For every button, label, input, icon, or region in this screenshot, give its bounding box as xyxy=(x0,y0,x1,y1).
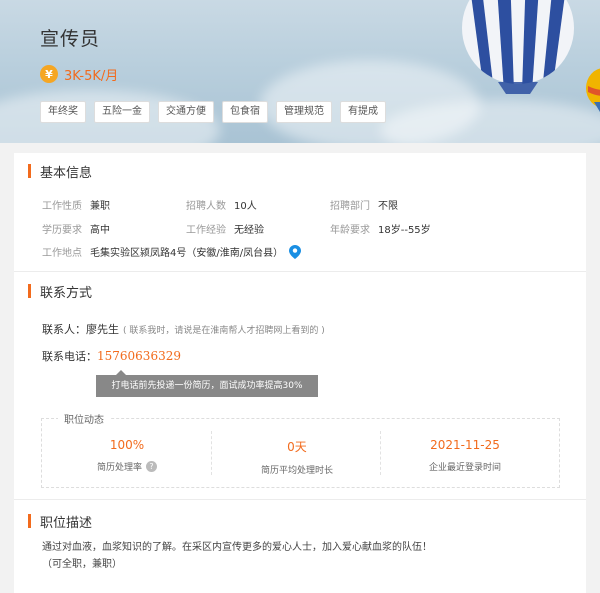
info-label: 工作性质 xyxy=(42,201,82,212)
info-label: 学历要求 xyxy=(42,225,82,236)
job-detail-card: 基本信息 工作性质 兼职 招聘人数 10人 招聘部门 不限 学历要求 高中 工作… xyxy=(14,153,586,593)
welfare-tag: 有提成 xyxy=(340,101,386,123)
stat-value: 0天 xyxy=(287,440,307,454)
info-label: 年龄要求 xyxy=(330,225,370,236)
welfare-tag: 五险一金 xyxy=(94,101,150,123)
section-divider xyxy=(14,499,586,500)
stat-resume-rate: 100% 简历处理率 ? xyxy=(52,438,202,473)
phone-number[interactable]: 15760636329 xyxy=(97,349,181,363)
welfare-tag: 交通方便 xyxy=(158,101,214,123)
section-title: 基本信息 xyxy=(40,165,93,181)
info-age: 年龄要求 18岁--55岁 xyxy=(330,221,431,236)
stat-value: 2021-11-25 xyxy=(430,438,500,452)
info-value: 无经验 xyxy=(234,225,264,236)
stat-label: 简历平均处理时长 xyxy=(260,466,333,476)
job-title: 宣传员 xyxy=(40,28,101,50)
info-label: 招聘部门 xyxy=(330,201,370,212)
contact-heading: 联系方式 xyxy=(28,283,93,301)
info-value: 兼职 xyxy=(90,201,110,212)
salary-text: 3K-5K/月 xyxy=(64,68,119,84)
info-value: 18岁--55岁 xyxy=(378,225,431,236)
contact-person-line: 联系人： 廖先生 ( 联系我时，请说是在淮南帮人才招聘网上看到的 ) xyxy=(42,321,325,337)
info-value: 不限 xyxy=(378,201,398,212)
info-label: 工作地点 xyxy=(42,248,82,259)
info-label: 工作经验 xyxy=(186,225,226,236)
stat-divider xyxy=(380,431,382,475)
stat-label: 简历处理率 xyxy=(96,463,142,473)
contact-person: 廖先生 xyxy=(86,323,119,336)
header-banner: 宣传员 ¥ 3K-5K/月 年终奖 五险一金 交通方便 包食宿 管理规范 有提成 xyxy=(0,0,600,143)
section-divider xyxy=(14,271,586,272)
section-accent-bar xyxy=(28,514,31,528)
info-education: 学历要求 高中 xyxy=(42,221,110,236)
info-experience: 工作经验 无经验 xyxy=(186,221,264,236)
info-dept: 招聘部门 不限 xyxy=(330,197,398,212)
stat-divider xyxy=(211,431,213,475)
salary-row: ¥ 3K-5K/月 xyxy=(40,64,118,84)
job-description-line: （可全职，兼职） xyxy=(42,559,122,570)
hot-air-balloon-icon xyxy=(462,0,574,94)
description-heading: 职位描述 xyxy=(28,513,93,531)
stat-label-row: 简历处理率 ? xyxy=(52,460,202,473)
section-accent-bar xyxy=(28,284,31,298)
info-value: 10人 xyxy=(234,201,257,212)
help-question-icon[interactable]: ? xyxy=(146,461,157,472)
yen-icon: ¥ xyxy=(40,65,58,83)
info-headcount: 招聘人数 10人 xyxy=(186,197,257,212)
contact-phone-line: 联系电话： 15760636329 xyxy=(42,348,181,364)
stat-last-login: 2021-11-25 企业最近登录时间 xyxy=(390,438,540,473)
section-title: 联系方式 xyxy=(40,285,93,301)
section-title: 职位描述 xyxy=(40,515,93,531)
stat-label: 企业最近登录时间 xyxy=(428,463,501,473)
welfare-tags: 年终奖 五险一金 交通方便 包食宿 管理规范 有提成 xyxy=(40,101,394,123)
location-pin-icon[interactable] xyxy=(289,244,302,259)
welfare-tag: 年终奖 xyxy=(40,101,86,123)
apply-tip-tooltip: 打电话前先投递一份简历，面试成功率提高30% xyxy=(96,370,318,397)
small-balloon-icon xyxy=(586,68,600,112)
info-value: 高中 xyxy=(90,225,110,236)
welfare-tag: 包食宿 xyxy=(222,101,268,123)
location-text: 毛集实验区颍凤路4号（安徽/淮南/凤台县） xyxy=(90,248,284,259)
info-label: 招聘人数 xyxy=(186,201,226,212)
stat-label-row: 简历平均处理时长 xyxy=(222,463,372,476)
contact-person-label: 联系人： xyxy=(42,323,86,336)
welfare-tag: 管理规范 xyxy=(276,101,332,123)
job-dynamics-title: 职位动态 xyxy=(58,411,110,426)
job-description-line: 通过对血液，血浆知识的了解。在采区内宣传更多的爱心人士，加入爱心献血浆的队伍！ xyxy=(42,542,432,553)
contact-phone-label: 联系电话： xyxy=(42,350,97,363)
stat-avg-time: 0天 简历平均处理时长 xyxy=(222,438,372,476)
basic-info-heading: 基本信息 xyxy=(28,163,93,181)
info-nature: 工作性质 兼职 xyxy=(42,197,110,212)
stat-label-row: 企业最近登录时间 xyxy=(390,460,540,473)
contact-note: ( 联系我时，请说是在淮南帮人才招聘网上看到的 ) xyxy=(123,326,325,336)
stat-value: 100% xyxy=(109,438,145,452)
info-location: 工作地点 毛集实验区颍凤路4号（安徽/淮南/凤台县） xyxy=(42,244,302,259)
section-accent-bar xyxy=(28,164,31,178)
